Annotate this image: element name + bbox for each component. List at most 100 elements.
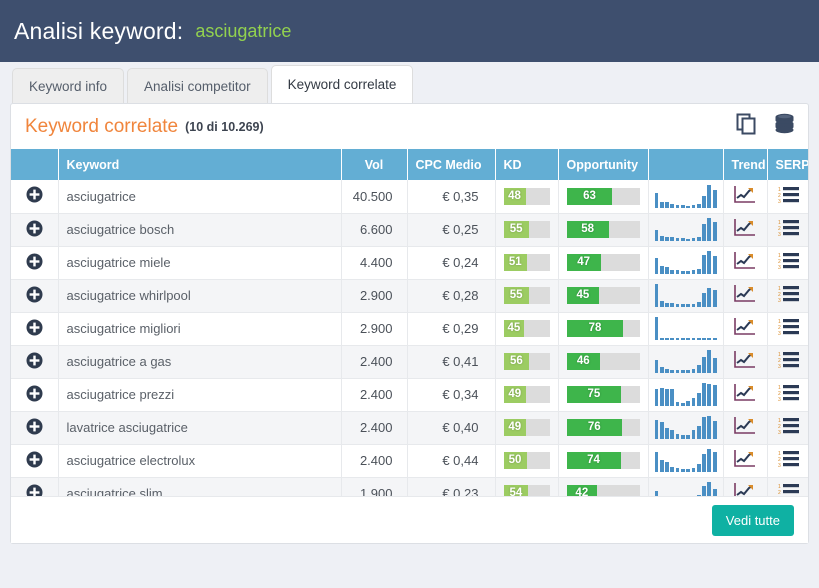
serp-list-icon[interactable]: 123 xyxy=(778,286,799,306)
trend-chart-icon[interactable] xyxy=(733,219,757,241)
row-opportunity-cell: 45 xyxy=(558,279,649,313)
table-row[interactable]: asciugatrice whirlpool 2.900 € 0,28 55 45 1 2 3 xyxy=(11,279,808,313)
row-trend-cell[interactable] xyxy=(723,312,768,346)
trend-chart-icon[interactable] xyxy=(733,351,757,373)
add-keyword-icon[interactable] xyxy=(26,286,43,306)
column-header-sparkline[interactable] xyxy=(648,149,724,180)
serp-list-icon[interactable]: 123 xyxy=(778,220,799,240)
tab-keyword-correlate[interactable]: Keyword correlate xyxy=(270,65,414,103)
row-keyword[interactable]: asciugatrice xyxy=(58,180,342,214)
add-keyword-icon[interactable] xyxy=(26,451,43,471)
row-add-cell[interactable] xyxy=(11,477,59,496)
trend-chart-icon[interactable] xyxy=(733,285,757,307)
column-header-kd[interactable]: KD xyxy=(495,149,559,180)
row-keyword[interactable]: asciugatrice prezzi xyxy=(58,378,342,412)
row-add-cell[interactable] xyxy=(11,246,59,280)
row-sparkline-cell xyxy=(648,180,724,214)
row-keyword[interactable]: asciugatrice whirlpool xyxy=(58,279,342,313)
add-keyword-icon[interactable] xyxy=(26,220,43,240)
row-add-cell[interactable] xyxy=(11,312,59,346)
add-keyword-icon[interactable] xyxy=(26,352,43,372)
serp-list-icon[interactable]: 123 xyxy=(778,451,799,471)
row-serp-cell[interactable]: 123 xyxy=(767,411,808,445)
row-add-cell[interactable] xyxy=(11,378,59,412)
row-add-cell[interactable] xyxy=(11,345,59,379)
row-trend-cell[interactable] xyxy=(723,345,768,379)
column-header-opportunity[interactable]: Opportunity xyxy=(558,149,649,180)
row-add-cell[interactable] xyxy=(11,444,59,478)
row-trend-cell[interactable] xyxy=(723,411,768,445)
row-serp-cell[interactable]: 123 xyxy=(767,345,808,379)
table-row[interactable]: asciugatrice electrolux 2.400 € 0,44 50 74 1 2… xyxy=(11,444,808,478)
column-header-keyword[interactable]: Keyword xyxy=(58,149,342,180)
row-add-cell[interactable] xyxy=(11,180,59,214)
table-row[interactable]: asciugatrice miele 4.400 € 0,24 51 47 1 2 3 xyxy=(11,246,808,280)
row-serp-cell[interactable]: 123 xyxy=(767,279,808,313)
add-keyword-icon[interactable] xyxy=(26,385,43,405)
row-keyword[interactable]: asciugatrice electrolux xyxy=(58,444,342,478)
trend-chart-icon[interactable] xyxy=(733,417,757,439)
row-keyword[interactable]: asciugatrice miele xyxy=(58,246,342,280)
table-row[interactable]: asciugatrice 40.500 € 0,35 48 63 1 2 3 xyxy=(11,180,808,214)
serp-list-icon[interactable]: 123 xyxy=(778,253,799,273)
serp-list-icon[interactable]: 123 xyxy=(778,352,799,372)
column-header-cpc[interactable]: CPC Medio xyxy=(407,149,496,180)
row-serp-cell[interactable]: 123 xyxy=(767,378,808,412)
trend-chart-icon[interactable] xyxy=(733,252,757,274)
serp-list-icon[interactable]: 123 xyxy=(778,385,799,405)
row-add-cell[interactable] xyxy=(11,213,59,247)
row-keyword[interactable]: asciugatrice migliori xyxy=(58,312,342,346)
serp-list-icon[interactable]: 123 xyxy=(778,484,799,496)
row-trend-cell[interactable] xyxy=(723,444,768,478)
row-serp-cell[interactable]: 123 xyxy=(767,180,808,214)
row-serp-cell[interactable]: 123 xyxy=(767,477,808,496)
row-keyword[interactable]: asciugatrice slim xyxy=(58,477,342,496)
serp-list-icon[interactable]: 123 xyxy=(778,319,799,339)
row-serp-cell[interactable]: 123 xyxy=(767,312,808,346)
trend-chart-icon[interactable] xyxy=(733,384,757,406)
trend-chart-icon[interactable] xyxy=(733,318,757,340)
add-keyword-icon[interactable] xyxy=(26,418,43,438)
row-trend-cell[interactable] xyxy=(723,477,768,496)
table-row[interactable]: asciugatrice prezzi 2.400 € 0,34 49 75 1 2 3 xyxy=(11,378,808,412)
column-header-serp[interactable]: SERP xyxy=(767,149,808,180)
serp-list-icon[interactable]: 123 xyxy=(778,186,799,207)
column-header-add[interactable] xyxy=(11,149,59,180)
column-header-trend[interactable]: Trend xyxy=(723,149,768,180)
row-volume: 2.400 xyxy=(341,345,408,379)
row-serp-cell[interactable]: 123 xyxy=(767,213,808,247)
table-row[interactable]: asciugatrice slim1.900€ 0,23 54 42 123 xyxy=(11,477,808,496)
column-header-vol[interactable]: Vol xyxy=(341,149,408,180)
row-add-cell[interactable] xyxy=(11,279,59,313)
copy-icon[interactable] xyxy=(736,113,757,140)
row-trend-cell[interactable] xyxy=(723,213,768,247)
view-all-button[interactable]: Vedi tutte xyxy=(711,504,794,536)
svg-text:3: 3 xyxy=(778,331,781,336)
row-trend-cell[interactable] xyxy=(723,180,768,214)
row-serp-cell[interactable]: 123 xyxy=(767,246,808,280)
row-trend-cell[interactable] xyxy=(723,279,768,313)
add-keyword-icon[interactable] xyxy=(26,319,43,339)
panel-header-actions xyxy=(736,113,796,140)
row-keyword[interactable]: asciugatrice bosch xyxy=(58,213,342,247)
row-trend-cell[interactable] xyxy=(723,246,768,280)
database-icon[interactable] xyxy=(773,113,796,140)
row-keyword[interactable]: lavatrice asciugatrice xyxy=(58,411,342,445)
trend-chart-icon[interactable] xyxy=(733,450,757,472)
add-keyword-icon[interactable] xyxy=(26,253,43,273)
add-keyword-icon[interactable] xyxy=(26,484,43,496)
table-row[interactable]: lavatrice asciugatrice 2.400 € 0,40 49 76 1 2 3 xyxy=(11,411,808,445)
row-serp-cell[interactable]: 123 xyxy=(767,444,808,478)
row-kd-cell: 49 xyxy=(495,378,559,412)
table-row[interactable]: asciugatrice migliori 2.900 € 0,29 45 78 1 2 3 xyxy=(11,312,808,346)
table-row[interactable]: asciugatrice a gas 2.400 € 0,41 56 46 1 2 3 xyxy=(11,345,808,379)
row-trend-cell[interactable] xyxy=(723,378,768,412)
tab-keyword-info[interactable]: Keyword info xyxy=(12,68,125,103)
serp-list-icon[interactable]: 123 xyxy=(778,418,799,438)
row-add-cell[interactable] xyxy=(11,411,59,445)
table-row[interactable]: asciugatrice bosch 6.600 € 0,25 55 58 1 2 3 xyxy=(11,213,808,247)
row-keyword[interactable]: asciugatrice a gas xyxy=(58,345,342,379)
add-keyword-icon[interactable] xyxy=(26,186,43,206)
tab-analisi-competitor[interactable]: Analisi competitor xyxy=(127,68,268,103)
trend-chart-icon[interactable] xyxy=(733,185,757,208)
